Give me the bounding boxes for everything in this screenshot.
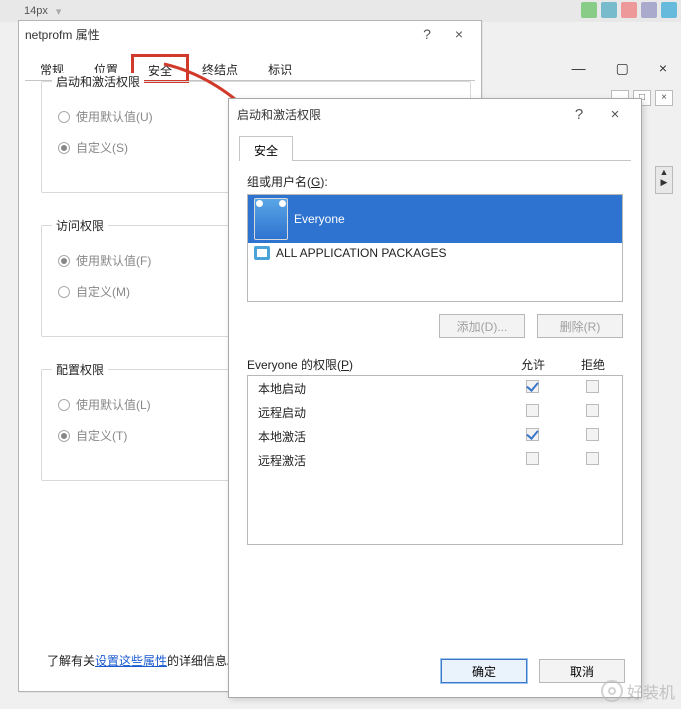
principal-label: Everyone [294,212,345,226]
checkbox-deny[interactable] [586,380,599,393]
perm-local-activate: 本地激活 [248,424,622,448]
close-icon: × [653,58,673,79]
tab-identity[interactable]: 标识 [253,55,307,80]
dlg2-tab-security[interactable]: 安全 [239,136,293,161]
checkbox-allow[interactable] [526,428,539,441]
group-launch-title: 启动和激活权限 [52,73,144,90]
maximize-icon: ▢ [610,58,635,79]
principals-listbox[interactable]: Everyone ALL APPLICATION PACKAGES [247,194,623,302]
dlg2-titlebar[interactable]: 启动和激活权限 ? × [229,99,641,129]
dlg2-close-button[interactable]: × [597,106,633,123]
principal-all-app-packages[interactable]: ALL APPLICATION PACKAGES [248,243,622,263]
dlg1-titlebar[interactable]: netprofm 属性 ? × [19,21,481,47]
checkbox-allow[interactable] [526,380,539,393]
add-button[interactable]: 添加(D)... [439,314,525,338]
remove-button[interactable]: 删除(R) [537,314,623,338]
watermark: 好装机 [601,679,675,703]
app-toolbar-hint: 14px▾ [0,0,681,22]
group-config-title: 配置权限 [52,361,108,378]
dlg1-help-button[interactable]: ? [411,26,443,42]
minimize-icon: — [566,58,592,79]
group-access-title: 访问权限 [52,217,108,234]
perm-remote-launch: 远程启动 [248,400,622,424]
ok-button[interactable]: 确定 [441,659,527,683]
dlg2-title: 启动和激活权限 [237,106,561,123]
background-window-controls: — ▢ × [566,58,673,79]
learn-more-link[interactable]: 设置这些属性 [95,654,167,668]
permissions-dialog: 启动和激活权限 ? × 安全 组或用户名(G): Everyone ALL AP… [228,98,642,698]
tab-endpoints[interactable]: 终结点 [187,55,253,80]
perm-remote-activate: 远程激活 [248,448,622,472]
principal-everyone[interactable]: Everyone [248,195,622,243]
col-deny: 拒绝 [563,356,623,373]
checkbox-deny[interactable] [586,452,599,465]
perm-local-launch: 本地启动 [248,376,622,400]
col-allow: 允许 [503,356,563,373]
dlg1-footer: 了解有关设置这些属性的详细信息。 [47,652,239,669]
group-icon [254,198,288,240]
principals-label: 组或用户名(G): [247,173,623,190]
permissions-list: 本地启动 远程启动 本地激活 远程激活 [247,375,623,545]
scrollbar-hint [655,166,673,194]
dlg2-tabs: 安全 [239,135,631,161]
checkbox-deny[interactable] [586,428,599,441]
package-icon [254,246,270,260]
checkbox-deny[interactable] [586,404,599,417]
toolbar-icons-hint [581,2,677,18]
watermark-logo-icon [601,680,623,702]
checkbox-allow[interactable] [526,452,539,465]
checkbox-allow[interactable] [526,404,539,417]
dlg1-title: netprofm 属性 [25,26,411,43]
dlg2-help-button[interactable]: ? [561,106,597,123]
permissions-header: Everyone 的权限(P) 允许 拒绝 [247,356,623,373]
principal-label: ALL APPLICATION PACKAGES [276,246,447,260]
dlg1-close-button[interactable]: × [443,26,475,42]
